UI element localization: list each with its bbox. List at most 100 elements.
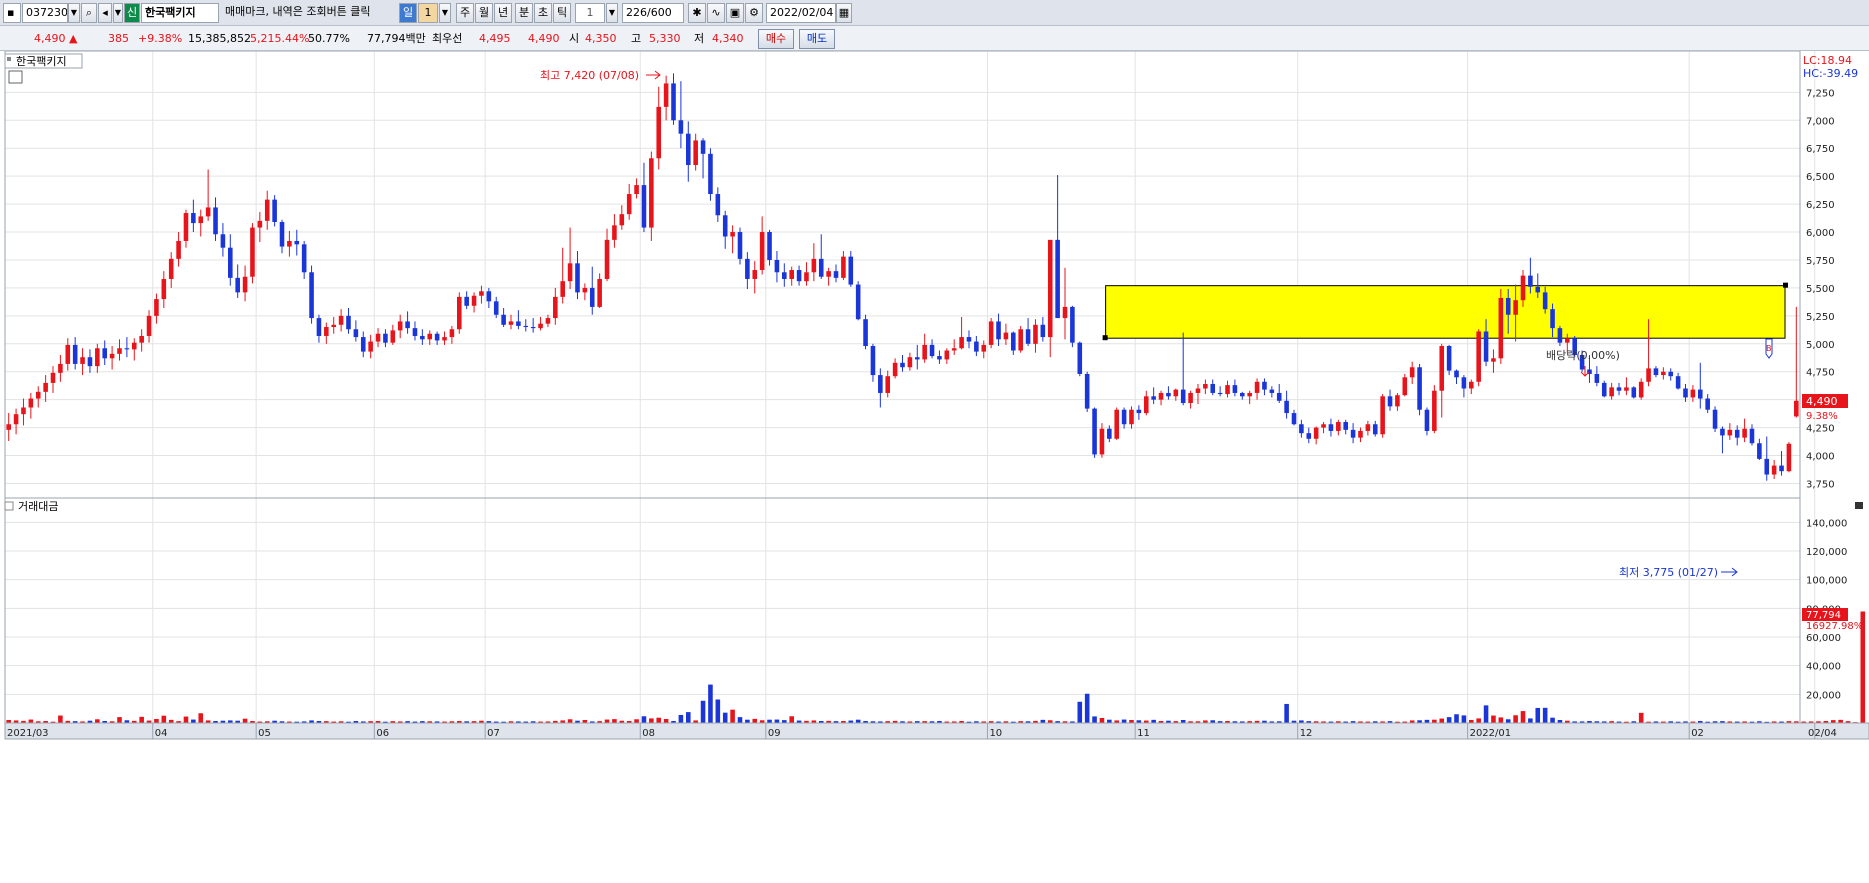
candle-body: [479, 291, 484, 296]
candle-body: [228, 247, 233, 278]
candle-body: [1690, 389, 1696, 398]
candle-body: [693, 140, 698, 165]
candle-body: [774, 259, 780, 273]
highlight-zone[interactable]: [1105, 285, 1786, 339]
quote-volume: 15,385,852: [188, 32, 251, 45]
candle-body: [1646, 368, 1651, 382]
speaker-icon[interactable]: ◂: [98, 3, 112, 23]
credit-badge: 신: [124, 3, 140, 23]
candle-body: [309, 272, 314, 319]
candle-body: [1550, 309, 1555, 329]
price-tick-label: 5,500: [1806, 284, 1835, 295]
period-tick-button[interactable]: 틱: [553, 3, 571, 23]
crosshair-icon[interactable]: ✱: [688, 3, 706, 23]
candle-body: [878, 375, 883, 393]
period-dropdown-icon[interactable]: ▼: [439, 3, 451, 23]
candle-body: [619, 214, 625, 226]
candle-body: [833, 271, 839, 278]
amount-bar: [1550, 717, 1555, 723]
chart-title: 한국팩키지: [16, 55, 67, 68]
chart-area[interactable]: 7,250 7,000 6,750 6,500 6,250 6,000 5,750 5,500…: [0, 51, 1869, 883]
save-icon[interactable]: ▣: [726, 3, 744, 23]
zone-handle: [1783, 282, 1788, 288]
candle-body: [922, 344, 927, 360]
candle-body: [1609, 387, 1614, 397]
candle-body: [1247, 392, 1252, 397]
candle-body: [811, 258, 817, 273]
candle-body: [1417, 367, 1422, 410]
date-input[interactable]: 2022/02/04: [766, 3, 836, 23]
panel-maximize-icon[interactable]: [1855, 502, 1863, 509]
price-tick-label: 4,750: [1806, 368, 1835, 379]
search-icon[interactable]: ⌕: [81, 3, 97, 23]
candle-body: [1594, 373, 1600, 383]
price-tick-label: 6,250: [1806, 200, 1835, 211]
period-minute-button[interactable]: 분: [515, 3, 533, 23]
amount-bar: [1077, 701, 1083, 723]
price-tick-label: 6,500: [1806, 172, 1835, 183]
candle-body: [848, 256, 854, 285]
buy-button[interactable]: 매수: [758, 29, 794, 49]
candle-body: [124, 348, 130, 350]
candle-body: [1092, 408, 1097, 455]
candle-body: [1070, 306, 1075, 343]
candle-body: [1195, 388, 1201, 393]
candle-body: [1084, 373, 1090, 409]
amount-bar: [722, 712, 728, 723]
candle-body: [1240, 392, 1245, 397]
candle-body: [338, 315, 344, 325]
candle-body: [663, 83, 669, 107]
candle-body: [1461, 377, 1467, 389]
toolbar: ▪ 037230 ▼ ⌕ ◂ ▼ 신 한국팩키지 매매마크, 내역은 조회버튼 …: [0, 0, 1869, 26]
candle-body: [1395, 395, 1400, 407]
gear-icon[interactable]: ⚙: [745, 3, 763, 23]
interval-dropdown-icon[interactable]: ▼: [606, 3, 618, 23]
candle-body: [390, 330, 396, 343]
amount-panel-icon[interactable]: [4, 501, 14, 511]
candle-body: [1121, 409, 1127, 425]
period-day-count[interactable]: 1: [418, 3, 438, 23]
price-tick-label: 4,250: [1806, 424, 1835, 435]
candle-body: [58, 363, 63, 373]
candle-body: [1062, 306, 1068, 319]
candle-body: [442, 337, 447, 341]
price-tick-label: 6,750: [1806, 144, 1835, 155]
candle-body: [1786, 443, 1792, 472]
code-dropdown-icon[interactable]: ▼: [68, 3, 80, 23]
period-week-button[interactable]: 주: [456, 3, 474, 23]
candle-body: [383, 333, 388, 343]
candle-body: [346, 315, 351, 330]
window-menu-icon[interactable]: ▪: [3, 3, 21, 23]
line-tool-icon[interactable]: ∿: [707, 3, 725, 23]
speaker-dropdown-icon[interactable]: ▼: [113, 3, 123, 23]
quote-best-bid: 4,490: [528, 32, 560, 45]
period-year-button[interactable]: 년: [494, 3, 512, 23]
amount-bar: [1121, 719, 1127, 723]
candle-body: [1276, 392, 1282, 401]
count-field[interactable]: 226/600: [622, 3, 684, 23]
price-change-tag: 9.38%: [1806, 411, 1838, 422]
sell-button[interactable]: 매도: [799, 29, 835, 49]
amount-bar: [183, 716, 189, 723]
period-month-button[interactable]: 월: [475, 3, 493, 23]
candle-body: [1513, 300, 1518, 315]
candle-body: [1631, 387, 1637, 398]
period-second-button[interactable]: 초: [534, 3, 552, 23]
stock-code-input[interactable]: 037230: [22, 3, 68, 23]
grid-toggle-icon[interactable]: [8, 70, 23, 84]
stock-name[interactable]: 한국팩키지: [141, 3, 219, 23]
buy-signal-icon[interactable]: B: [1765, 338, 1773, 359]
interval-input[interactable]: 1: [575, 3, 605, 23]
candle-body: [745, 258, 750, 279]
lc-info: LC:18.94: [1803, 54, 1852, 67]
x-tick-label: 11: [1137, 728, 1150, 739]
candle-body: [796, 270, 802, 282]
candle-body: [1601, 382, 1607, 397]
calendar-icon[interactable]: ▦: [836, 3, 852, 23]
price-tick-label: 5,750: [1806, 256, 1835, 267]
amount-bar: [161, 715, 167, 723]
candle-body: [242, 276, 248, 293]
period-day-button[interactable]: 일: [399, 3, 417, 23]
candle-body: [767, 232, 772, 260]
candle-body: [117, 348, 122, 354]
